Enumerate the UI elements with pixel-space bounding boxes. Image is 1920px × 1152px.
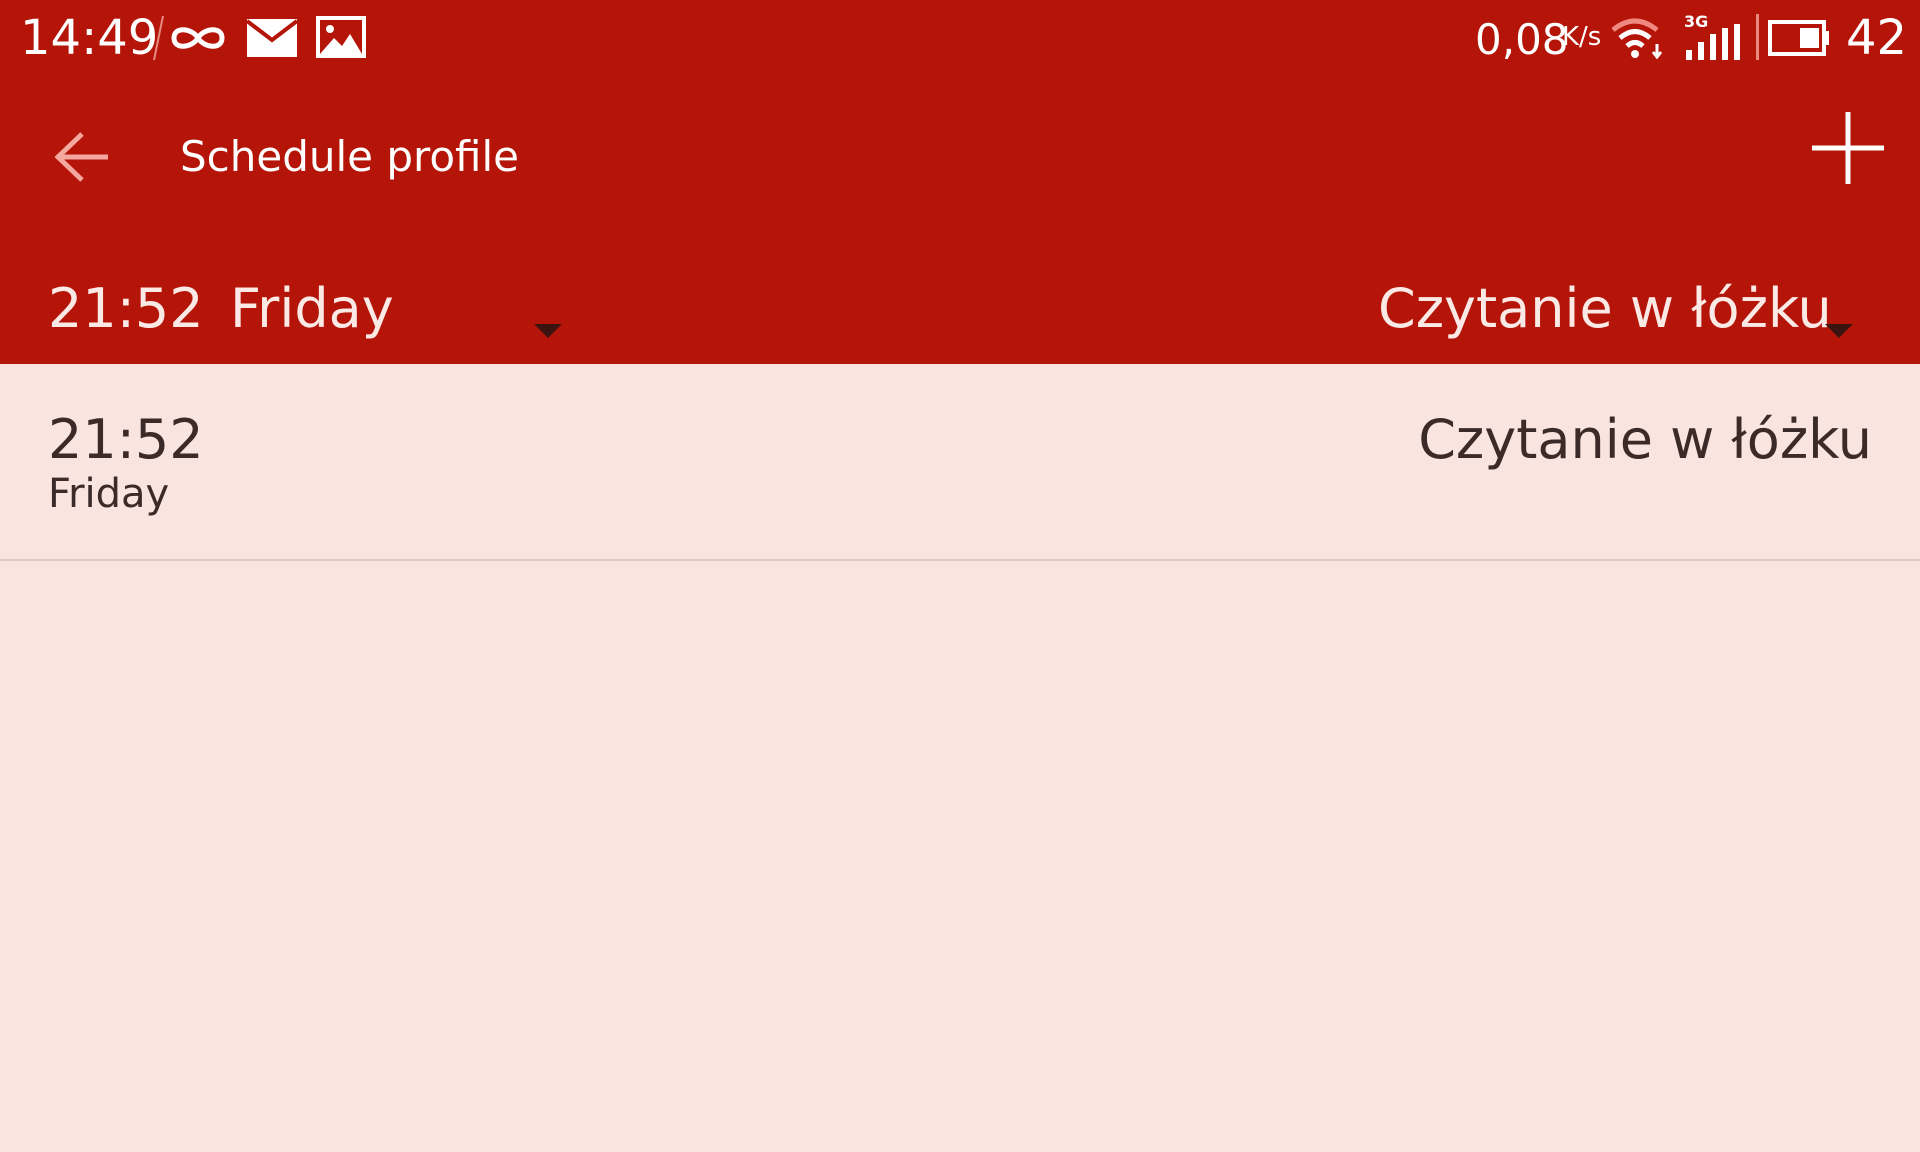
list-item-profile: Czytanie w łóżku [1418,408,1872,471]
list-item-time: 21:52 [48,408,204,471]
status-divider [1756,14,1759,60]
day-dropdown-value: Friday [230,277,394,340]
list-item[interactable]: 21:52 Friday Czytanie w łóżku [0,364,1920,561]
page-title: Schedule profile [180,132,520,181]
plus-icon [1812,112,1884,184]
network-speed-value: 0,08 [1475,15,1569,64]
back-button[interactable] [40,110,130,200]
battery-icon [1768,20,1829,56]
battery-level: 42 [1846,10,1908,66]
schedule-editor: 21:52 Friday Czytanie w łóżku [0,230,1920,364]
dropdown-triangle-icon [1825,324,1853,338]
schedule-list: 21:52 Friday Czytanie w łóżku [0,364,1920,561]
dropdown-triangle-icon [534,324,562,338]
mail-icon [246,19,298,57]
time-picker[interactable]: 21:52 [48,278,204,340]
network-speed-unit: K/s [1562,22,1602,52]
list-item-day: Friday [48,471,170,517]
status-time: 14:49 [20,10,159,66]
app-bar: Schedule profile [0,80,1920,230]
add-profile-button[interactable] [1800,104,1890,194]
signal-icon: 3G [1684,14,1744,60]
status-separator [153,15,164,61]
wifi-icon [1611,18,1663,60]
profile-dropdown[interactable]: Czytanie w łóżku [1360,270,1880,350]
back-arrow-icon [54,132,108,182]
day-dropdown[interactable]: Friday [220,270,580,350]
profile-dropdown-value: Czytanie w łóżku [1378,277,1832,340]
image-icon [316,16,366,58]
infinity-icon [171,27,225,49]
app-screen: 14:49 0,08 K/s 3G 42 Schedule profile 21… [0,0,1920,1152]
status-bar: 14:49 0,08 K/s 3G 42 [0,0,1920,80]
